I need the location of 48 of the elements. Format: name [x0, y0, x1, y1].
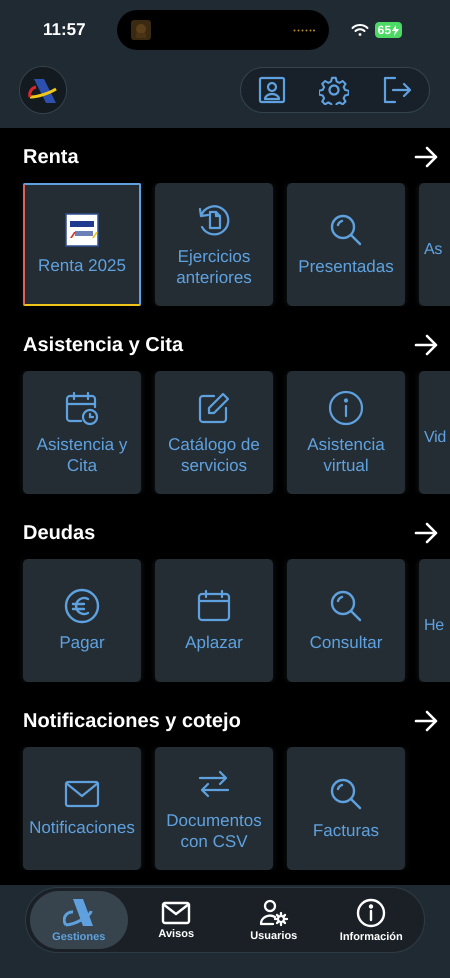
calendar-clock-icon: [64, 390, 100, 426]
info-icon: [328, 390, 364, 426]
clock-time: 11:57: [43, 20, 87, 40]
activity-dots-icon: [293, 28, 315, 32]
arrow-right-icon[interactable]: [414, 334, 438, 356]
logout-icon[interactable]: [382, 76, 412, 104]
tab[interactable]: Gestiones: [30, 891, 128, 949]
arrow-right-icon[interactable]: [414, 710, 438, 732]
search-icon: [328, 776, 364, 812]
search-icon: [328, 588, 364, 624]
tab[interactable]: Usuarios: [225, 891, 322, 949]
shortcut-tile[interactable]: He: [419, 559, 450, 682]
tab[interactable]: Información: [322, 891, 420, 949]
user-settings-icon: [258, 898, 289, 926]
info-icon: [356, 898, 386, 928]
shortcut-tile[interactable]: Documentos con CSV: [155, 747, 273, 870]
shortcut-tile[interactable]: Presentadas: [287, 183, 405, 306]
shortcut-tile[interactable]: Asistencia virtual: [287, 371, 405, 494]
document-logo-icon: [65, 213, 99, 247]
battery-icon: 65: [374, 22, 402, 38]
shortcut-tile[interactable]: Asistencia y Cita: [23, 371, 141, 494]
shortcut-tile[interactable]: Consultar: [287, 559, 405, 682]
shortcut-tile[interactable]: As: [419, 183, 450, 306]
arrow-right-icon[interactable]: [414, 522, 438, 544]
tab[interactable]: Avisos: [128, 891, 225, 949]
shortcut-tile[interactable]: Notificaciones: [23, 747, 141, 870]
mail-icon: [161, 900, 192, 924]
shortcut-tile[interactable]: Aplazar: [155, 559, 273, 682]
profile-card-icon[interactable]: [258, 76, 286, 104]
shortcut-tile[interactable]: Ejercicios anteriores: [155, 183, 273, 306]
section-title: Asistencia y Cita: [23, 334, 184, 356]
shortcut-tile[interactable]: Pagar: [23, 559, 141, 682]
search-icon: [328, 212, 364, 248]
euro-icon: [64, 588, 100, 624]
mail-icon: [64, 779, 100, 809]
wifi-icon: [350, 23, 369, 37]
shortcut-tile[interactable]: Catálogo de servicios: [155, 371, 273, 494]
section-title: Notificaciones y cotejo: [23, 710, 242, 732]
agency-logo: [19, 66, 67, 114]
arrow-right-icon[interactable]: [414, 146, 438, 168]
settings-icon[interactable]: [318, 75, 349, 105]
section-title: Deudas: [23, 522, 96, 544]
agency-logo-icon: [62, 898, 95, 928]
shortcut-tile[interactable]: Vid: [419, 371, 450, 494]
section-title: Renta: [23, 146, 80, 168]
shortcut-tile[interactable]: Facturas: [287, 747, 405, 870]
calendar-icon: [196, 588, 232, 624]
shortcut-tile[interactable]: Renta 2025: [23, 183, 141, 306]
